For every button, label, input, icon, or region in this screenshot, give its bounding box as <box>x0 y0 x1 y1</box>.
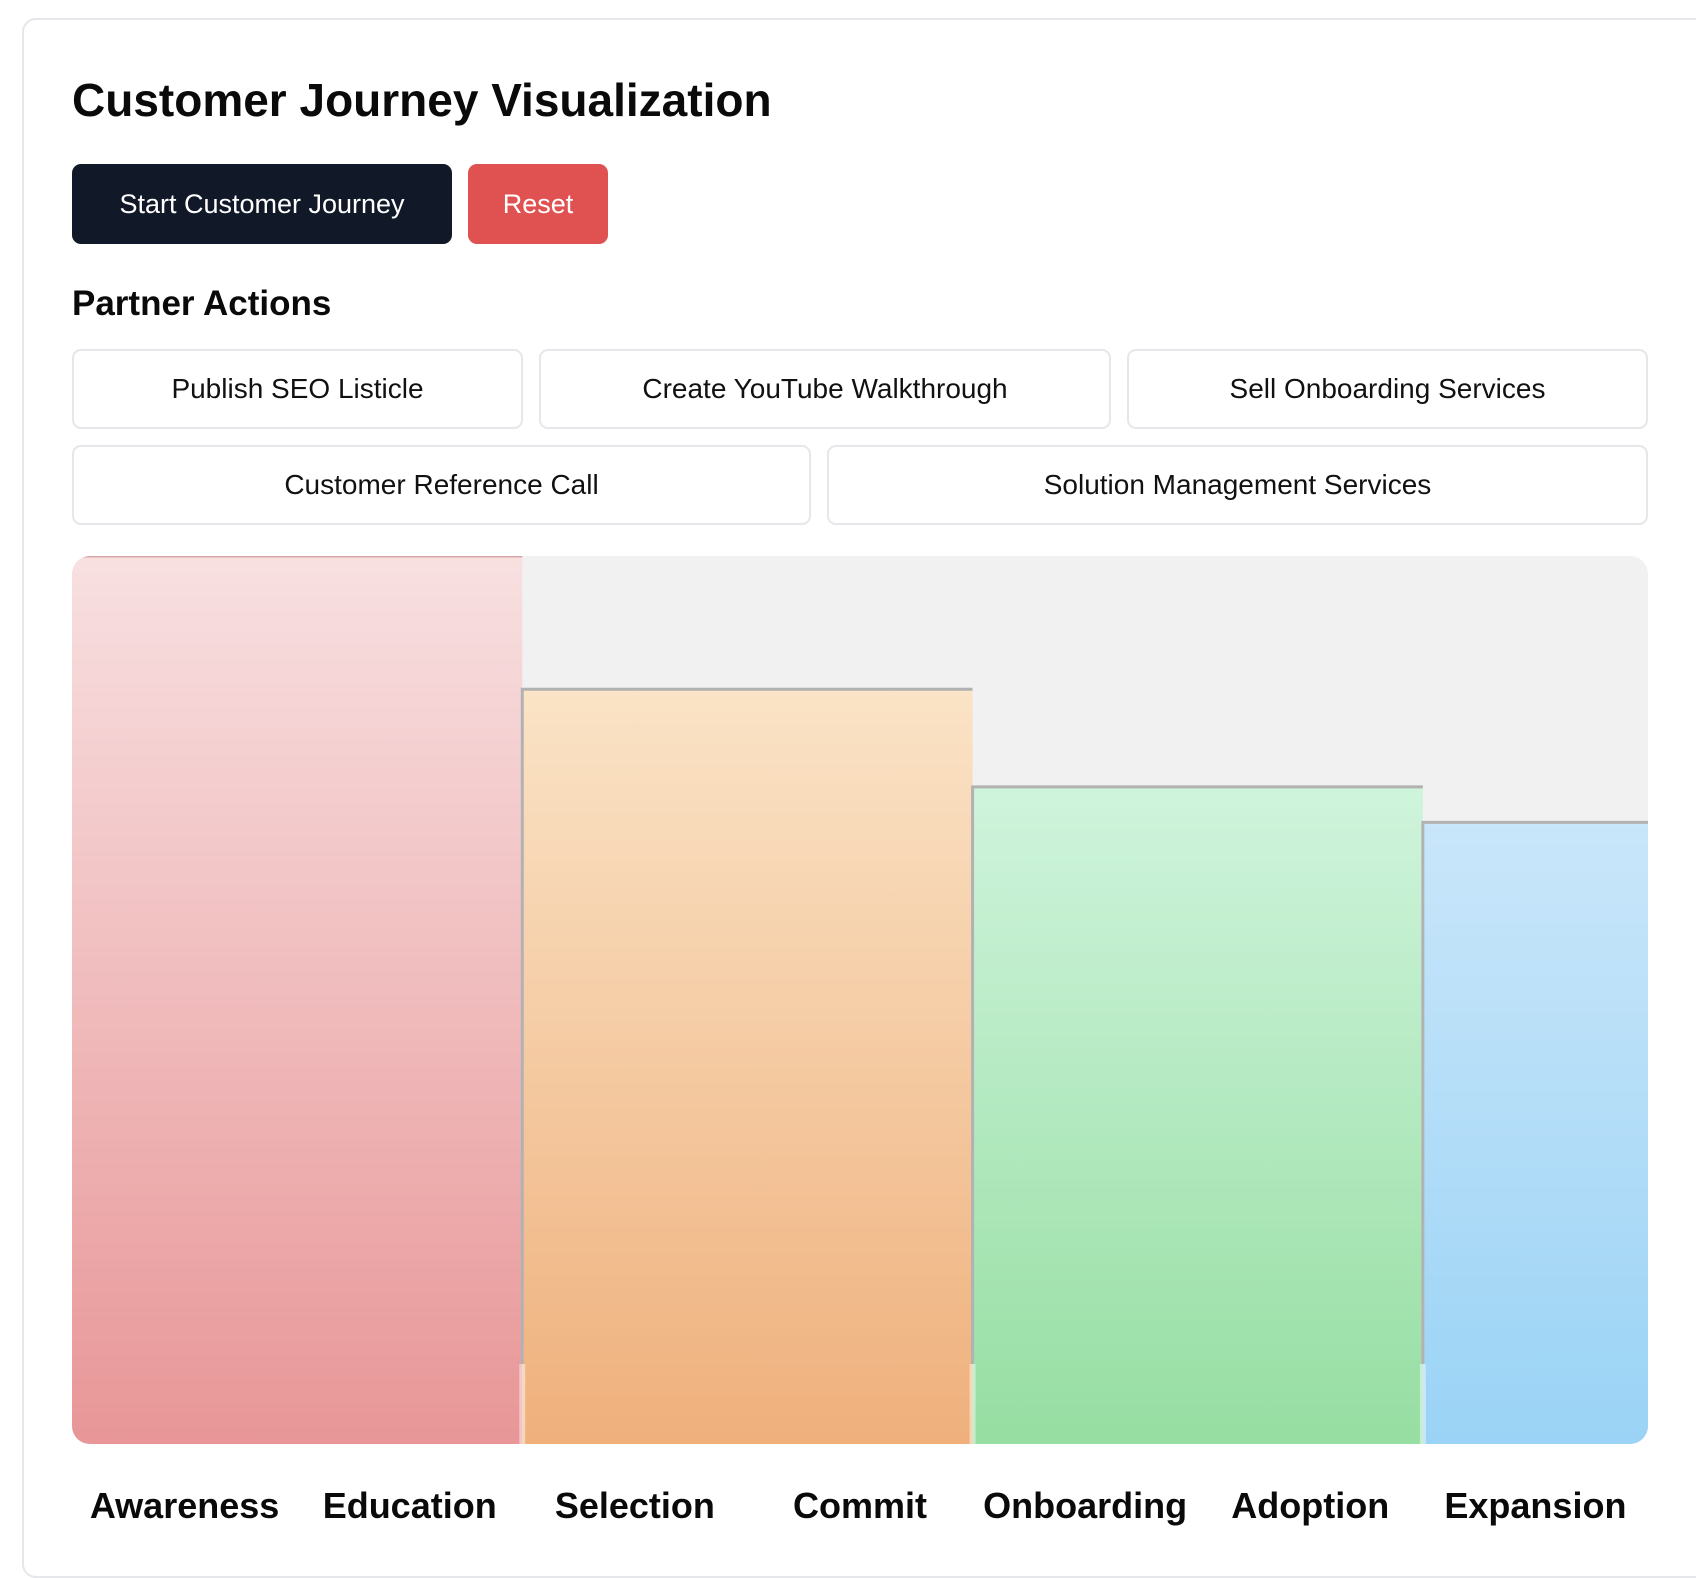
stage-segment-seam-2 <box>519 1364 526 1444</box>
stage-segment-seam-3 <box>969 1364 976 1444</box>
stage-segment-2 <box>522 689 973 1444</box>
stage-label-selection: Selection <box>554 1485 715 1526</box>
stage-label-expansion: Expansion <box>1444 1485 1627 1526</box>
reset-button[interactable]: Reset <box>468 164 608 244</box>
solution-management-services-button[interactable]: Solution Management Services <box>827 445 1648 525</box>
journey-chart <box>72 556 1648 1444</box>
publish-seo-listicle-button[interactable]: Publish SEO Listicle <box>72 349 523 429</box>
stage-label-awareness: Awareness <box>89 1485 280 1526</box>
stage-label-adoption: Adoption <box>1231 1485 1390 1526</box>
page-title: Customer Journey Visualization <box>72 74 772 126</box>
sell-onboarding-services-button[interactable]: Sell Onboarding Services <box>1127 349 1648 429</box>
stage-segment-3 <box>972 786 1423 1444</box>
stage-segment-1 <box>72 556 523 1444</box>
create-youtube-walkthrough-button[interactable]: Create YouTube Walkthrough <box>539 349 1111 429</box>
stage-segment-seam-4 <box>1419 1364 1426 1444</box>
journey-chart-svg <box>72 556 1648 1444</box>
partner-actions-heading: Partner Actions <box>72 284 332 323</box>
customer-reference-call-button[interactable]: Customer Reference Call <box>72 445 811 525</box>
start-journey-button[interactable]: Start Customer Journey <box>72 164 452 244</box>
stage-label-education: Education <box>322 1485 497 1526</box>
stage-segment-4 <box>1422 822 1648 1444</box>
stage-label-commit: Commit <box>793 1485 927 1526</box>
stage-label-onboarding: Onboarding <box>983 1485 1188 1526</box>
